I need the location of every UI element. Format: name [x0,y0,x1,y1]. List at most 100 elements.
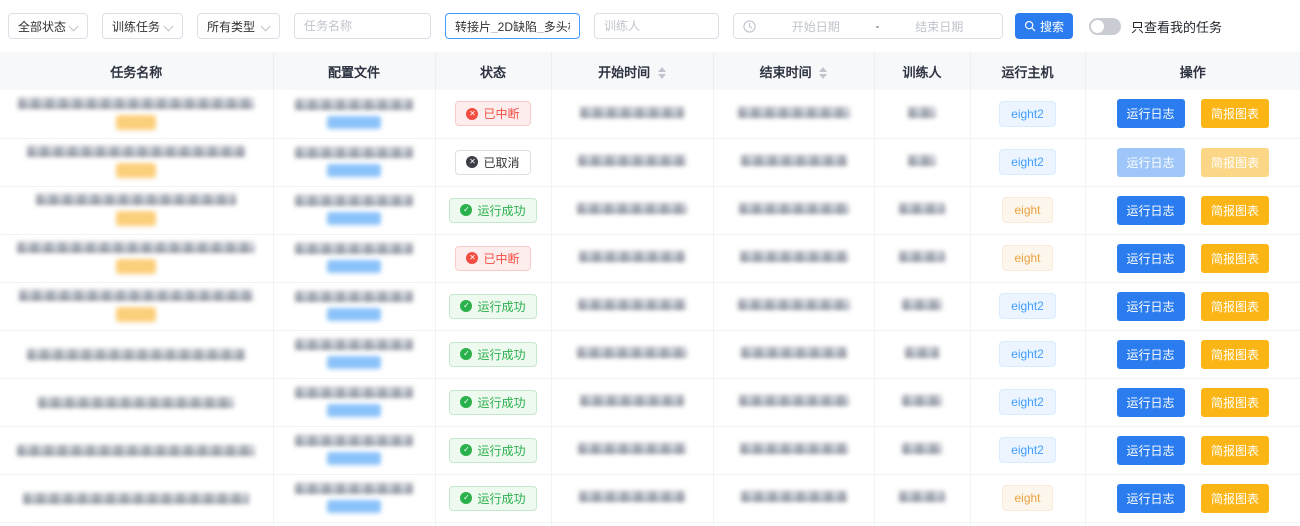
table-row: ✓ 运行成功 eight 运行日志 简报图表 [0,474,1300,522]
report-chart-button[interactable]: 简报图表 [1201,148,1269,177]
status-badge: ✓ 运行成功 [449,342,536,367]
redacted-task-name [17,445,255,456]
run-log-button[interactable]: 运行日志 [1117,484,1185,513]
cell-end-time [713,282,874,330]
start-date-input[interactable]: 开始日期 [762,18,870,35]
cell-host: eight2 [970,378,1085,426]
status-filter-select[interactable]: 全部状态 [8,13,88,39]
table-row: ✕ 已中断 eight 运行日志 简报图表 [0,234,1300,282]
redacted-config-link[interactable] [327,308,381,321]
run-log-button[interactable]: 运行日志 [1117,292,1185,321]
run-log-button[interactable]: 运行日志 [1117,196,1185,225]
status-icon: ✕ [466,156,478,168]
table-row: ✓ 运行成功 eight2 运行日志 简报图表 [0,330,1300,378]
redacted-config-link[interactable] [327,356,381,369]
status-icon: ✓ [460,492,472,504]
redacted-start-time [577,203,687,214]
host-tag: eight2 [999,101,1056,127]
redacted-config-link[interactable] [327,404,381,417]
status-icon: ✓ [460,348,472,360]
run-log-button[interactable]: 运行日志 [1117,148,1185,177]
redacted-task-tag [116,307,156,322]
report-chart-button[interactable]: 简报图表 [1201,196,1269,225]
trainer-field [594,13,719,39]
redacted-trainer [902,395,942,406]
type-filter-select[interactable]: 所有类型 [197,13,280,39]
cell-status: ✓ 运行成功 [435,282,551,330]
cell-task-name [0,186,273,234]
redacted-config-name [295,483,413,494]
redacted-config-name [295,243,413,254]
redacted-config-link[interactable] [327,500,381,513]
redacted-task-name [27,146,245,157]
cell-trainer [874,426,970,474]
redacted-config-link[interactable] [327,452,381,465]
category-filter-value: 训练任务 [112,18,160,35]
cell-status: ✓ 运行成功 [435,426,551,474]
cell-end-time [713,138,874,186]
sort-icon[interactable] [819,67,827,79]
sort-icon[interactable] [658,67,666,79]
filter-bar: 全部状态 训练任务 所有类型 开始日期 - 结束日期 搜索 只查看我的任务 [0,0,1300,52]
status-icon: ✕ [466,252,478,264]
header-task-name: 任务名称 [0,52,273,90]
report-chart-button[interactable]: 简报图表 [1201,388,1269,417]
redacted-end-time [738,107,850,118]
run-log-button[interactable]: 运行日志 [1117,436,1185,465]
run-log-button[interactable]: 运行日志 [1117,340,1185,369]
redacted-config-link[interactable] [327,116,381,129]
redacted-config-link[interactable] [327,212,381,225]
redacted-start-time [580,107,684,118]
cell-end-time [713,330,874,378]
host-tag: eight [1002,245,1052,271]
redacted-trainer [902,299,942,310]
date-range-picker[interactable]: 开始日期 - 结束日期 [733,13,1003,39]
cell-start-time [551,378,713,426]
cell-config-file [273,522,435,526]
my-tasks-toggle[interactable] [1089,18,1121,35]
trainer-input[interactable] [604,19,709,33]
run-log-button[interactable]: 运行日志 [1117,388,1185,417]
task-name-input[interactable] [304,19,421,33]
report-chart-button[interactable]: 简报图表 [1201,340,1269,369]
redacted-task-tag [116,211,156,226]
redacted-config-link[interactable] [327,260,381,273]
cell-status: ✓ 运行成功 [435,378,551,426]
redacted-config-link[interactable] [327,164,381,177]
report-chart-button[interactable]: 简报图表 [1201,244,1269,273]
cell-actions: 运行日志 简报图表 [1085,282,1300,330]
cell-actions: 运行日志 简报图表 [1085,138,1300,186]
cell-start-time [551,186,713,234]
cell-config-file [273,330,435,378]
redacted-start-time [578,155,686,166]
cell-config-file [273,282,435,330]
redacted-config-name [295,147,413,158]
category-filter-select[interactable]: 训练任务 [102,13,183,39]
cell-end-time [713,90,874,138]
cell-task-name [0,426,273,474]
redacted-config-name [295,99,413,110]
run-log-button[interactable]: 运行日志 [1117,99,1185,128]
search-button[interactable]: 搜索 [1015,13,1073,39]
report-chart-button[interactable]: 简报图表 [1201,292,1269,321]
report-chart-button[interactable]: 简报图表 [1201,484,1269,513]
header-status: 状态 [435,52,551,90]
search-icon [1024,20,1036,32]
cell-start-time [551,138,713,186]
cell-end-time [713,474,874,522]
host-tag: eight [1002,485,1052,511]
cell-end-time [713,186,874,234]
run-log-button[interactable]: 运行日志 [1117,244,1185,273]
end-date-input[interactable]: 结束日期 [886,18,994,35]
keyword-input[interactable] [455,19,570,33]
cell-status: ✓ 运行成功 [435,474,551,522]
header-actions: 操作 [1085,52,1300,90]
status-icon: ✓ [460,204,472,216]
report-chart-button[interactable]: 简报图表 [1201,99,1269,128]
report-chart-button[interactable]: 简报图表 [1201,436,1269,465]
redacted-task-name [23,493,249,504]
cell-start-time [551,426,713,474]
host-tag: eight2 [999,341,1056,367]
cell-actions: 运行日志 简报图表 [1085,378,1300,426]
redacted-config-name [295,195,413,206]
